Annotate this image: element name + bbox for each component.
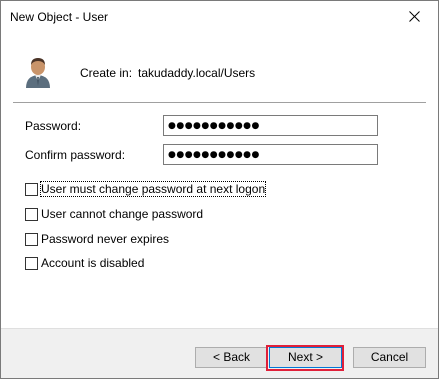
dialog-body: Create in: takudaddy.local/Users Passwor… <box>1 32 438 328</box>
checkbox-label[interactable]: Password never expires <box>41 232 169 246</box>
checkbox[interactable] <box>25 257 38 270</box>
password-value: ●●●●●●●●●●● <box>168 121 260 131</box>
checkbox-label[interactable]: Account is disabled <box>41 256 144 270</box>
new-object-user-dialog: New Object - User Create in: takudaddy.l… <box>0 0 439 379</box>
close-icon <box>409 11 420 22</box>
password-field[interactable]: ●●●●●●●●●●● <box>163 115 378 136</box>
create-in-label: Create in: <box>80 66 133 80</box>
next-button-highlight <box>266 345 344 371</box>
password-label: Password: <box>25 119 82 133</box>
checkbox-label[interactable]: User cannot change password <box>41 207 203 221</box>
confirm-password-value: ●●●●●●●●●●● <box>168 150 260 160</box>
close-button[interactable] <box>392 1 438 32</box>
checkbox-label[interactable]: User must change password at next logon <box>39 181 267 197</box>
confirm-password-label: Confirm password: <box>25 148 126 162</box>
checkbox[interactable] <box>25 208 38 221</box>
checkbox[interactable] <box>25 183 38 196</box>
user-icon <box>26 58 50 88</box>
create-in-path: takudaddy.local/Users <box>138 66 256 80</box>
checkbox[interactable] <box>25 233 38 246</box>
footer-separator <box>1 328 438 329</box>
confirm-password-field[interactable]: ●●●●●●●●●●● <box>163 144 378 165</box>
back-button[interactable]: < Back <box>195 347 268 368</box>
cancel-button[interactable]: Cancel <box>353 347 426 368</box>
header-separator <box>13 102 426 103</box>
window-title: New Object - User <box>10 10 109 24</box>
title-bar: New Object - User <box>1 1 438 32</box>
